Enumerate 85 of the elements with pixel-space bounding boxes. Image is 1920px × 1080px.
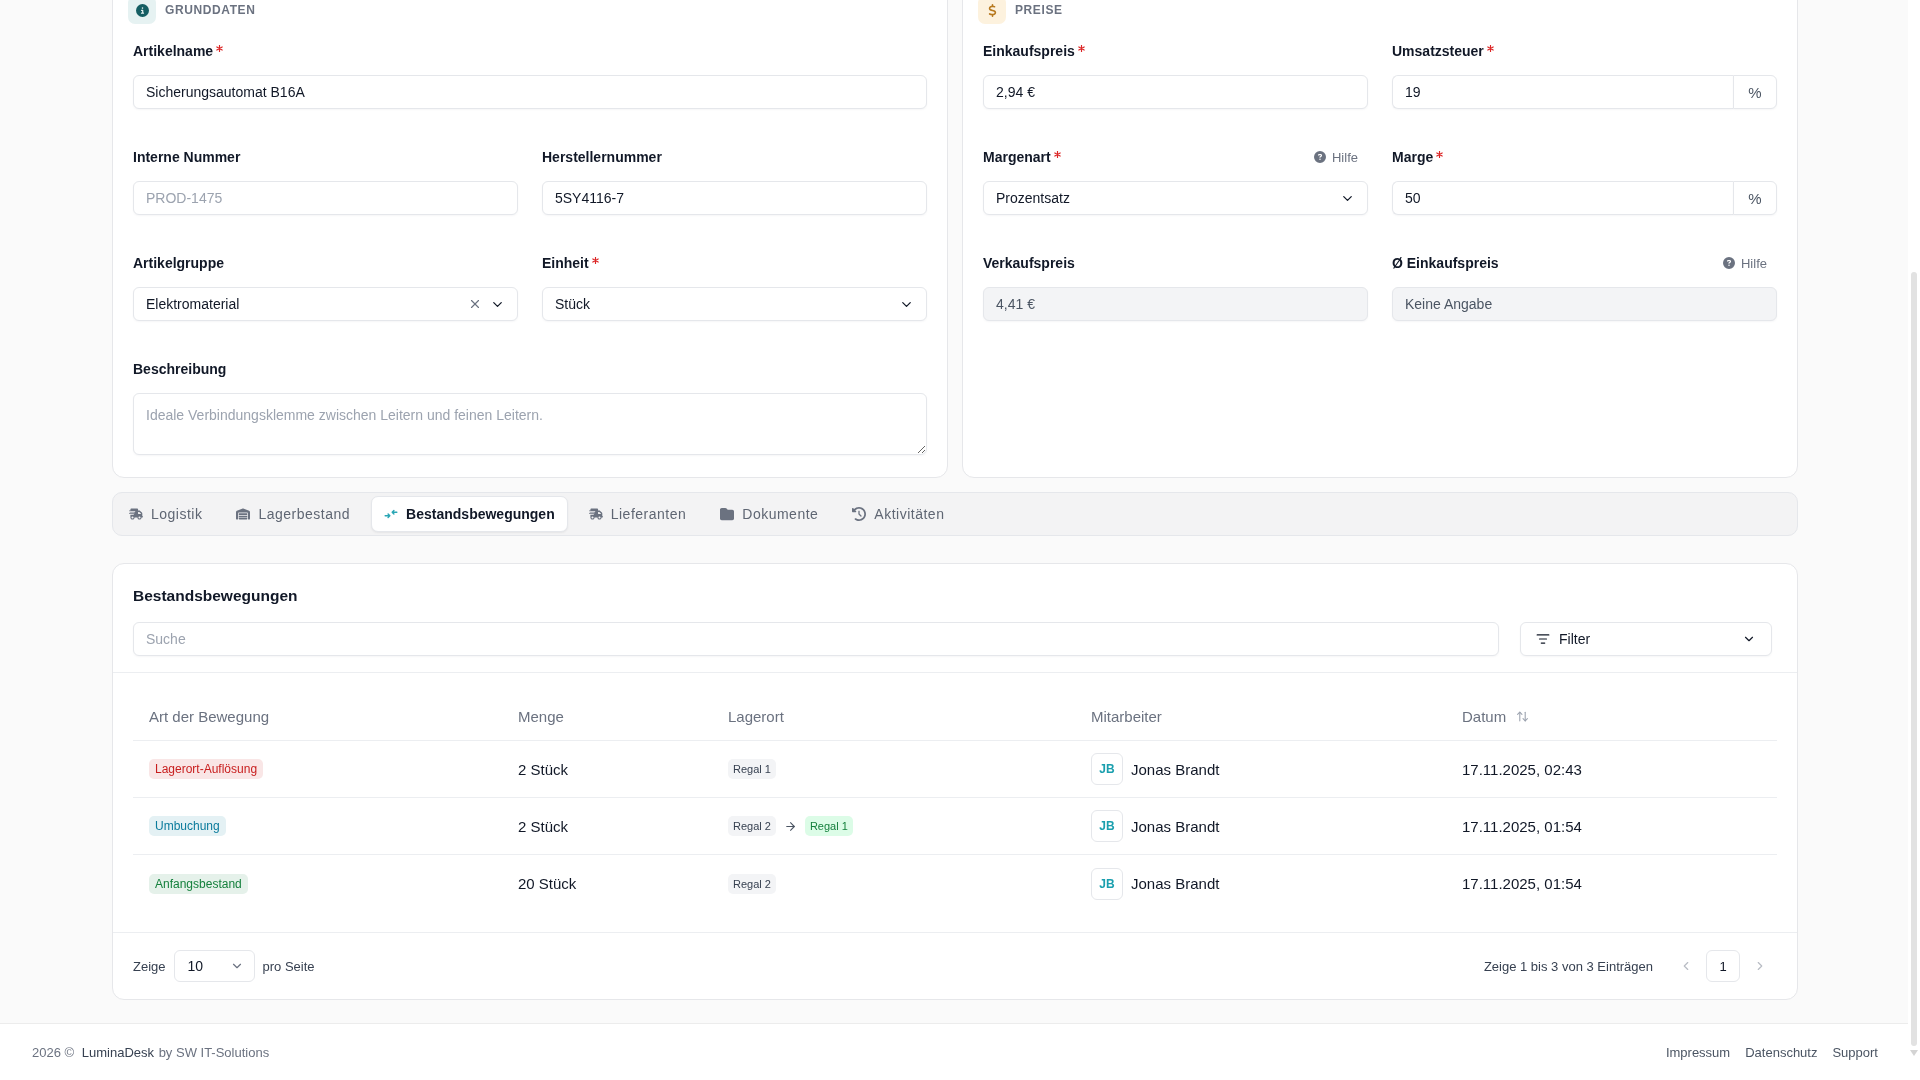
select-field[interactable]: Elektromaterial bbox=[133, 287, 518, 321]
unit-suffix: % bbox=[1733, 75, 1777, 109]
pagination-summary: Zeige 1 bis 3 von 3 Einträgen bbox=[1483, 958, 1653, 974]
card-title: Bestandsbewegungen bbox=[133, 586, 299, 606]
folder-icon bbox=[720, 507, 735, 521]
input-field[interactable]: 5SY4116-7 bbox=[542, 181, 927, 215]
warehouse-icon bbox=[236, 507, 251, 521]
table-cell: 2 Stück bbox=[518, 760, 569, 778]
table-cell: 17.11.2025, 01:54 bbox=[1462, 875, 1582, 892]
field-label: Marge bbox=[1392, 149, 1434, 165]
field-label: Interne Nummer bbox=[133, 149, 241, 165]
select-field[interactable]: Prozentsatz bbox=[983, 181, 1368, 215]
input-field[interactable]: 50 bbox=[1392, 181, 1733, 215]
section-title: GRUNDDATEN bbox=[165, 3, 256, 17]
field-label: Umsatzsteuer bbox=[1392, 43, 1484, 59]
field-label: Margenart bbox=[983, 149, 1051, 165]
location-tag: Regal 1 bbox=[804, 816, 853, 836]
field-label: Einheit bbox=[542, 255, 589, 271]
pagination-label: pro Seite bbox=[262, 958, 315, 974]
input-field[interactable]: Sicherungsautomat B16A bbox=[133, 75, 927, 109]
tab[interactable]: Bestandsbewegungen bbox=[371, 496, 568, 532]
search-field[interactable]: Suche bbox=[133, 622, 1499, 656]
footer-link[interactable]: Datenschutz bbox=[1745, 1044, 1818, 1060]
input-field[interactable]: 2,94 € bbox=[983, 75, 1368, 109]
location-tag: Regal 1 bbox=[728, 759, 776, 779]
truck-icon bbox=[588, 507, 603, 521]
sort-icon[interactable] bbox=[1516, 709, 1530, 723]
tab[interactable]: Aktivitäten bbox=[839, 496, 958, 532]
footer-link[interactable]: Support bbox=[1832, 1044, 1878, 1060]
clear-icon[interactable] bbox=[468, 297, 482, 311]
table-cell: 20 Stück bbox=[518, 875, 577, 892]
truck-icon bbox=[129, 507, 143, 521]
field-label: Beschreibung bbox=[133, 361, 227, 377]
help-icon bbox=[1314, 151, 1326, 163]
help-icon bbox=[1723, 257, 1735, 269]
column-header: Menge bbox=[518, 707, 564, 725]
filter-button[interactable]: Filter bbox=[1520, 622, 1772, 656]
employee-name: Jonas Brandt bbox=[1131, 875, 1220, 892]
arrow-right-icon bbox=[783, 819, 797, 833]
unit-suffix: % bbox=[1733, 181, 1777, 215]
textarea-field[interactable]: Ideale Verbindungsklemme zwischen Leitern und feinen Leitern. bbox=[133, 393, 927, 455]
movement-type-tag: Anfangsbestand bbox=[149, 873, 248, 894]
field-label: Ø Einkaufspreis bbox=[1392, 255, 1499, 271]
location-tag: Regal 2 bbox=[728, 816, 776, 836]
employee-name: Jonas Brandt bbox=[1131, 760, 1220, 778]
table-cell: 2 Stück bbox=[518, 817, 569, 835]
dollar-icon bbox=[978, 0, 1006, 24]
brand-link[interactable]: LuminaDesk bbox=[81, 1044, 154, 1060]
field-label: Herstellernummer bbox=[542, 149, 662, 165]
avatar: JB bbox=[1091, 753, 1123, 785]
table-cell: 17.11.2025, 01:54 bbox=[1462, 817, 1582, 835]
movement-type-tag: Lagerort-Auflösung bbox=[149, 759, 264, 779]
field-label: Artikelgruppe bbox=[133, 255, 224, 271]
tab[interactable]: Logistik bbox=[116, 496, 216, 532]
page-size-select[interactable]: 10 bbox=[173, 950, 255, 982]
avatar: JB bbox=[1091, 867, 1123, 900]
column-header: Lagerort bbox=[728, 707, 784, 725]
location-tag: Regal 2 bbox=[728, 873, 776, 894]
select-field[interactable]: Stück bbox=[542, 287, 927, 321]
column-header: Datum bbox=[1462, 707, 1507, 725]
arrows-inward-icon bbox=[384, 507, 399, 521]
tab[interactable]: Lagerbestand bbox=[223, 496, 364, 532]
help-link[interactable]: Hilfe bbox=[1314, 149, 1358, 165]
employee-name: Jonas Brandt bbox=[1131, 817, 1220, 835]
input-field[interactable]: PROD-1475 bbox=[133, 181, 518, 215]
filter-icon bbox=[1536, 632, 1550, 646]
field-label: Verkaufspreis bbox=[983, 255, 1075, 271]
section-title: PREISE bbox=[1015, 3, 1063, 17]
tab[interactable]: Dokumente bbox=[707, 496, 832, 532]
scrollbar-thumb[interactable] bbox=[1911, 272, 1917, 1046]
avatar: JB bbox=[1091, 810, 1123, 842]
footer-link[interactable]: Impressum bbox=[1665, 1044, 1731, 1060]
table-cell: 17.11.2025, 02:43 bbox=[1462, 760, 1582, 778]
column-header: Mitarbeiter bbox=[1091, 707, 1162, 725]
field-label: Einkaufspreis bbox=[983, 43, 1075, 59]
column-header: Art der Bewegung bbox=[149, 707, 270, 725]
scroll-down-arrow-icon[interactable] bbox=[1910, 1050, 1918, 1056]
movement-type-tag: Umbuchung bbox=[149, 816, 226, 836]
page-button[interactable]: 1 bbox=[1706, 950, 1740, 982]
copyright-text: 2026 © LuminaDesk by SW IT-Solutions bbox=[32, 1044, 270, 1060]
tab[interactable]: Lieferanten bbox=[575, 496, 700, 532]
field-label: Artikelname bbox=[133, 43, 214, 59]
history-icon bbox=[852, 507, 867, 521]
pagination-label: Zeige bbox=[133, 958, 166, 974]
input-field[interactable]: 19 bbox=[1392, 75, 1733, 109]
